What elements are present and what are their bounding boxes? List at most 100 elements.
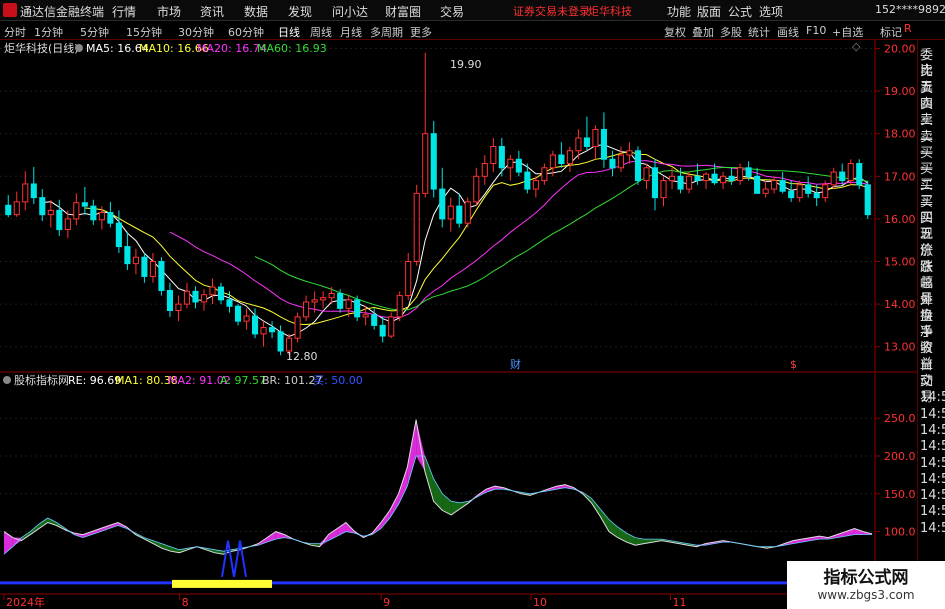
- candle-body: [260, 327, 267, 335]
- watermark-text: 指标公式网: [823, 568, 909, 588]
- annotation-low: 12.80: [286, 350, 318, 363]
- expand-icon[interactable]: ◇: [852, 40, 861, 53]
- legend-buy: 买: 50.00: [313, 374, 363, 387]
- candle-body: [234, 305, 242, 322]
- candle-body: [243, 315, 250, 322]
- quote-label: 14:56: [920, 488, 945, 504]
- candle-body: [166, 289, 173, 311]
- candle-body: [422, 133, 429, 194]
- quote-label: 14:56: [920, 455, 945, 471]
- candle-body: [47, 209, 54, 216]
- candle-body: [175, 303, 182, 311]
- candle-body: [728, 175, 735, 182]
- price-tick-label: 19.00: [884, 85, 916, 98]
- ind-tick-label: 100.0: [884, 526, 916, 539]
- candle-body: [481, 163, 488, 177]
- candle-body: [847, 163, 854, 182]
- candle-body: [277, 331, 284, 352]
- candle-body: [149, 261, 156, 277]
- candle-body: [856, 163, 863, 186]
- price-tick-label: 15.00: [884, 256, 916, 269]
- annotation-cai: 财: [510, 357, 521, 371]
- chart-svg[interactable]: 20.00 19.00 18.00 17.00 16.00 15.00 14.00 13.00…: [0, 0, 917, 609]
- settings-icon[interactable]: [3, 376, 11, 384]
- candle-body: [694, 175, 701, 182]
- price-tick-label: 18.00: [884, 128, 916, 141]
- chart-title: 炬华科技(日线): [4, 41, 79, 55]
- indicator-band: [424, 456, 434, 502]
- candle-body: [251, 315, 259, 335]
- candle-body: [200, 294, 208, 303]
- candle-body: [90, 205, 97, 221]
- candle-body: [507, 158, 514, 169]
- candle-body: [22, 183, 29, 203]
- indicator-band: [451, 501, 460, 515]
- candle-body: [294, 316, 301, 339]
- r-badge-icon: R: [904, 22, 912, 35]
- legend-re: RE: 96.69: [68, 374, 121, 387]
- candle-body: [345, 299, 352, 309]
- candle-body: [430, 133, 437, 190]
- candle-body: [362, 314, 369, 318]
- candle-body: [396, 295, 403, 318]
- candle-body: [371, 314, 378, 326]
- candle-body: [439, 188, 446, 220]
- quote-label: 14:56: [920, 504, 945, 520]
- indicator-title: 股标指标网: [14, 373, 69, 387]
- candle-body: [788, 190, 795, 199]
- candle-body: [532, 180, 539, 190]
- candle-body: [617, 154, 625, 169]
- settings-icon[interactable]: [75, 44, 83, 52]
- quote-label: 14:56: [920, 406, 945, 422]
- candle-body: [745, 167, 752, 177]
- candle-body: [183, 290, 191, 305]
- candle-body: [813, 192, 820, 199]
- candle-body: [354, 299, 361, 318]
- candle-body: [13, 201, 20, 216]
- price-tick-label: 16.00: [884, 213, 916, 226]
- candle-body: [447, 205, 454, 220]
- candle-body: [456, 205, 463, 224]
- candle-body: [490, 145, 497, 165]
- candle-body: [30, 183, 37, 199]
- candle-body: [720, 175, 727, 184]
- candle-body: [711, 173, 718, 184]
- price-tick-label: 14.00: [884, 298, 916, 311]
- indicator-signal-bar: [172, 579, 272, 588]
- candle-body: [541, 167, 548, 182]
- candle-body: [626, 150, 633, 156]
- axes: 20.00 19.00 18.00 17.00 16.00 15.00 14.00 13.00…: [3, 43, 916, 609]
- candle-body: [592, 128, 599, 147]
- candle-body: [311, 299, 318, 303]
- date-label: 9: [383, 596, 390, 609]
- candle-body: [405, 261, 412, 297]
- candle-body: [583, 137, 590, 147]
- candle-body: [600, 128, 607, 160]
- date-label: 11: [673, 596, 687, 609]
- candle-body: [73, 202, 80, 220]
- legend-a: A: 97.57: [220, 374, 266, 387]
- quote-label: 14:56: [920, 520, 945, 536]
- candle-body: [217, 286, 225, 301]
- watermark-url: www.zbgs3.com: [817, 588, 915, 602]
- candle-body: [388, 316, 395, 337]
- indicator-pane: [0, 419, 875, 588]
- price-tick-label: 17.00: [884, 170, 916, 183]
- candle-body: [56, 209, 63, 231]
- candle-body: [498, 145, 505, 169]
- candle-body: [473, 175, 480, 203]
- candlestick-series: [5, 52, 871, 356]
- quote-panel: 委比 卖五 卖四 卖三 卖二 卖一 买一 买二 买三 买四 买五 现价 涨跌 涨幅 总量 外盘 换手 净资 收益 自动…: [917, 40, 945, 609]
- candle-body: [158, 261, 165, 291]
- candle-body: [328, 292, 335, 299]
- date-label: 8: [182, 596, 189, 609]
- candle-body: [779, 180, 786, 192]
- candle-body: [754, 175, 761, 194]
- candle-body: [830, 171, 837, 186]
- candle-body: [643, 167, 650, 182]
- candle-body: [796, 184, 803, 199]
- candle-body: [320, 297, 327, 301]
- date-label: 2024年: [6, 595, 45, 609]
- candle-body: [677, 175, 684, 190]
- ind-tick-label: 250.0: [884, 412, 916, 425]
